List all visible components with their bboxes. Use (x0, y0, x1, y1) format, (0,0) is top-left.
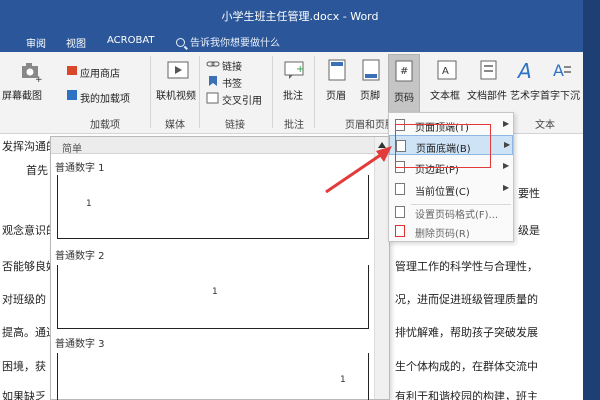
my-addins-button[interactable]: 我的加载项 (80, 90, 130, 105)
header-icon (328, 59, 346, 81)
gallery-item-label: 普通数字 1 (55, 163, 105, 174)
gallery-item-plain-number-3[interactable]: 1 (57, 353, 369, 400)
svg-text:A: A (516, 59, 532, 82)
menu-item-label: 设置页码格式(F)... (415, 210, 499, 221)
annotation-highlight-box (395, 124, 491, 168)
doc-line-left: 发挥沟通的 (2, 140, 57, 153)
menu-item-current-position[interactable]: 当前位置(C) ▶ (389, 179, 513, 199)
doc-line-right: 有利于和谐校园的构建，班主 (395, 390, 538, 400)
wordart-icon: A (516, 59, 532, 82)
doc-line-left: 提高。通过 (2, 326, 57, 339)
ribbon-tabs: 审阅 视图 ACROBAT 告诉我你想要做什么 (0, 30, 600, 52)
search-icon (176, 38, 185, 47)
doc-line-left: 首先 (26, 164, 48, 177)
doc-line-right: 排忧解难，帮助孩子突破发展 (395, 326, 538, 339)
screenshot-button[interactable]: 屏幕截图 (2, 87, 42, 102)
doc-line-left: 观念意识的 (2, 224, 57, 237)
tell-me-text: 告诉我你想要做什么 (190, 38, 280, 49)
gallery-header-title: 简单 (62, 144, 82, 155)
document-parts-button[interactable]: 文档部件 (467, 87, 507, 102)
divider (272, 56, 273, 128)
tell-me-box[interactable]: 告诉我你想要做什么 (176, 34, 280, 49)
doc-line-left: 如果缺乏 (2, 390, 46, 400)
svg-text:#: # (400, 66, 408, 77)
doc-line-right: 管理工作的科学性与合理性， (395, 260, 538, 273)
app-store-button[interactable]: 应用商店 (80, 65, 120, 80)
doc-line-left: 否能够良好 (2, 260, 57, 273)
link-icon (206, 61, 220, 67)
page-number-marker: 1 (86, 199, 92, 209)
doc-line-right: 要性 (518, 187, 540, 200)
group-links-label: 链接 (225, 120, 245, 131)
window-title: 小学生班主任管理.docx - Word (221, 10, 379, 23)
page-number-icon: # (395, 60, 413, 82)
page-number-marker: 1 (212, 287, 218, 297)
textbox-button[interactable]: 文本框 (430, 87, 460, 102)
tab-acrobat[interactable]: ACROBAT (107, 35, 155, 46)
page-number-button[interactable]: # 页码 (388, 54, 420, 120)
tab-review[interactable]: 审阅 (26, 35, 46, 50)
group-addins-label: 加载项 (90, 120, 120, 131)
gallery-item-plain-number-2[interactable]: 1 (57, 265, 369, 329)
footer-icon (362, 59, 380, 81)
doc-line-left: 对班级的 (2, 293, 46, 306)
group-media-label: 媒体 (165, 120, 185, 131)
format-icon (395, 206, 405, 218)
footer-button[interactable]: 页脚 (360, 87, 380, 102)
divider (199, 56, 200, 128)
title-bar: 小学生班主任管理.docx - Word (0, 0, 600, 30)
remove-icon (395, 225, 405, 237)
submenu-arrow-icon: ▶ (503, 183, 510, 192)
group-text-label: 文本 (535, 120, 555, 131)
svg-text:+: + (296, 64, 304, 75)
menu-item-format-page-numbers[interactable]: 设置页码格式(F)... (389, 202, 513, 222)
store-icon (67, 66, 77, 75)
svg-text:A: A (553, 61, 564, 80)
submenu-arrow-icon: ▶ (503, 161, 510, 170)
bookmark-button[interactable]: 书签 (222, 75, 242, 90)
gallery-item-label: 普通数字 3 (55, 339, 105, 350)
gallery-item-label: 普通数字 2 (55, 251, 105, 262)
tab-view[interactable]: 视图 (66, 35, 86, 50)
menu-item-label: 删除页码(R) (415, 229, 470, 240)
dropcap-button[interactable]: 首字下沉 (540, 87, 580, 102)
page-number-label: 页码 (394, 93, 414, 104)
submenu-arrow-icon: ▶ (504, 140, 511, 149)
svg-text:+: + (35, 75, 42, 82)
doc-line-right: 生个体构成的，在群体交流中 (395, 360, 538, 373)
header-button[interactable]: 页眉 (326, 87, 346, 102)
doc-line-right: 况，进而促进班级管理质量的 (395, 293, 538, 306)
document-parts-icon (480, 60, 497, 80)
dropcap-icon: A (553, 61, 571, 80)
bookmark-icon (209, 76, 217, 86)
menu-item-remove-page-numbers[interactable]: 删除页码(R) (389, 221, 513, 241)
addin-icon (67, 90, 77, 100)
video-icon (167, 61, 189, 79)
group-comments-label: 批注 (284, 120, 304, 131)
doc-line-left: 困境，获 (2, 360, 46, 373)
window-edge (583, 0, 600, 400)
doc-line-right: 级是 (518, 224, 540, 237)
svg-text:A: A (442, 66, 449, 77)
textbox-icon: A (437, 60, 457, 80)
divider (314, 56, 315, 128)
page-number-marker: 1 (340, 375, 346, 385)
divider (150, 56, 151, 128)
annotation-arrow-icon (325, 146, 392, 194)
cross-reference-button[interactable]: 交叉引用 (222, 92, 262, 107)
cross-reference-icon (206, 92, 219, 104)
submenu-arrow-icon: ▶ (503, 119, 510, 128)
link-button[interactable]: 链接 (222, 58, 242, 73)
comment-button[interactable]: 批注 (283, 87, 303, 102)
menu-item-label: 当前位置(C) (415, 187, 470, 198)
comment-icon: + (284, 61, 304, 79)
camera-icon: + (22, 63, 42, 82)
online-video-button[interactable]: 联机视频 (156, 87, 196, 102)
wordart-button[interactable]: 艺术字 (510, 87, 540, 102)
